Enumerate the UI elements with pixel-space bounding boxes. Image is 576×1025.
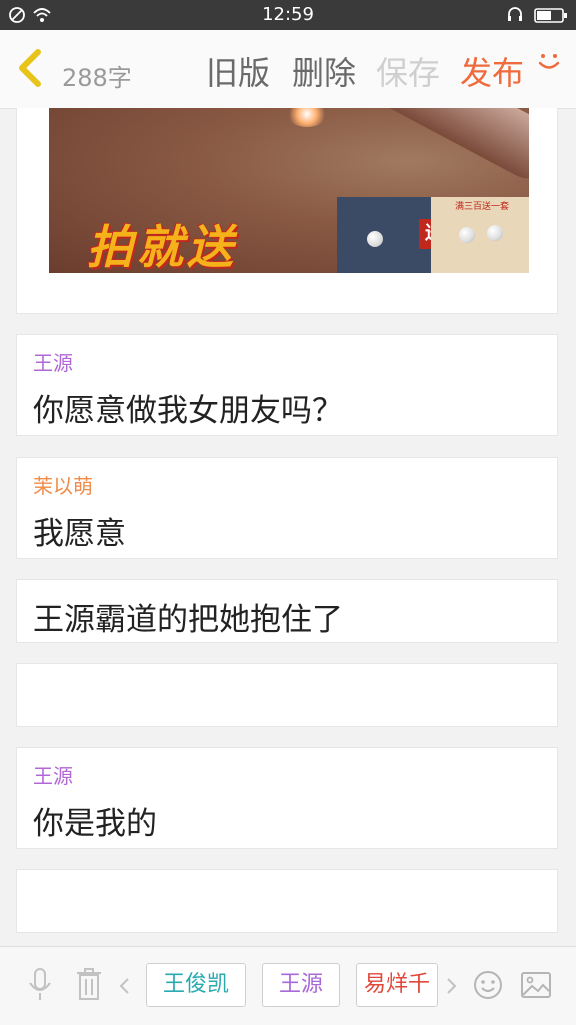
back-chevron-icon[interactable] [14,48,48,88]
banner-promo-text: 拍就送 [87,220,237,273]
image-icon[interactable] [520,971,552,1003]
narration-card[interactable]: 王源霸道的把她抱住了 [16,579,558,643]
bottom-toolbar: 王俊凯 王源 易烊千 [0,946,576,1025]
character-chip[interactable]: 王俊凯 [146,963,246,1007]
dialogue-text: 你愿意做我女朋友吗？ [33,393,343,429]
banner-sparkle-graphic [287,108,327,127]
old-version-button[interactable]: 旧版 [206,48,270,94]
trash-icon[interactable] [74,967,104,1005]
character-chip[interactable]: 王源 [262,963,340,1007]
battery-icon [534,6,568,28]
save-button[interactable]: 保存 [376,48,440,94]
emoji-icon[interactable] [472,969,504,1005]
pearl-graphic [367,231,383,247]
headset-icon [506,6,524,28]
banner-tag: 满三百送一套 [455,202,510,212]
publish-button[interactable]: 发布 [460,48,524,94]
speaker-name: 茉以萌 [33,474,93,498]
banner-tweezer-graphic [347,108,529,190]
dialogue-text: 你是我的 [33,806,157,842]
narration-text: 王源霸道的把她抱住了 [33,602,343,638]
dialogue-text: 我愿意 [33,516,126,552]
ad-banner-image[interactable]: 拍就送 送 满三百送一套 [49,108,529,273]
speaker-name: 王源 [33,351,73,375]
speaker-name: 王源 [33,764,73,788]
banner-earring-photo: 满三百送一套 [431,197,529,273]
delete-button[interactable]: 删除 [292,48,356,94]
dialogue-card[interactable]: 王源 你是我的 [16,747,558,849]
pearl-graphic [459,227,475,243]
dialogue-card[interactable]: 王源 你愿意做我女朋友吗？ [16,334,558,436]
chevron-right-icon[interactable] [444,977,458,999]
pearl-graphic [487,225,503,241]
chevron-left-icon[interactable] [118,977,132,999]
status-time: 12:59 [262,4,314,25]
status-bar: 12:59 [0,0,576,30]
character-chip[interactable]: 易烊千 [356,963,438,1007]
microphone-icon[interactable] [26,967,54,1007]
empty-paragraph-card[interactable] [16,869,558,933]
editor-toolbar: 288字 旧版 删除 保存 发布 [0,30,576,109]
empty-paragraph-card[interactable] [16,663,558,727]
story-content: 拍就送 送 满三百送一套 王源 你愿意做我女朋友吗？ 茉以萌 我愿意 王源霸道的… [0,108,576,946]
smile-icon [536,48,562,74]
word-count: 288字 [62,64,132,92]
dialogue-card[interactable]: 茉以萌 我愿意 [16,457,558,559]
image-card[interactable]: 拍就送 送 满三百送一套 [16,108,558,314]
